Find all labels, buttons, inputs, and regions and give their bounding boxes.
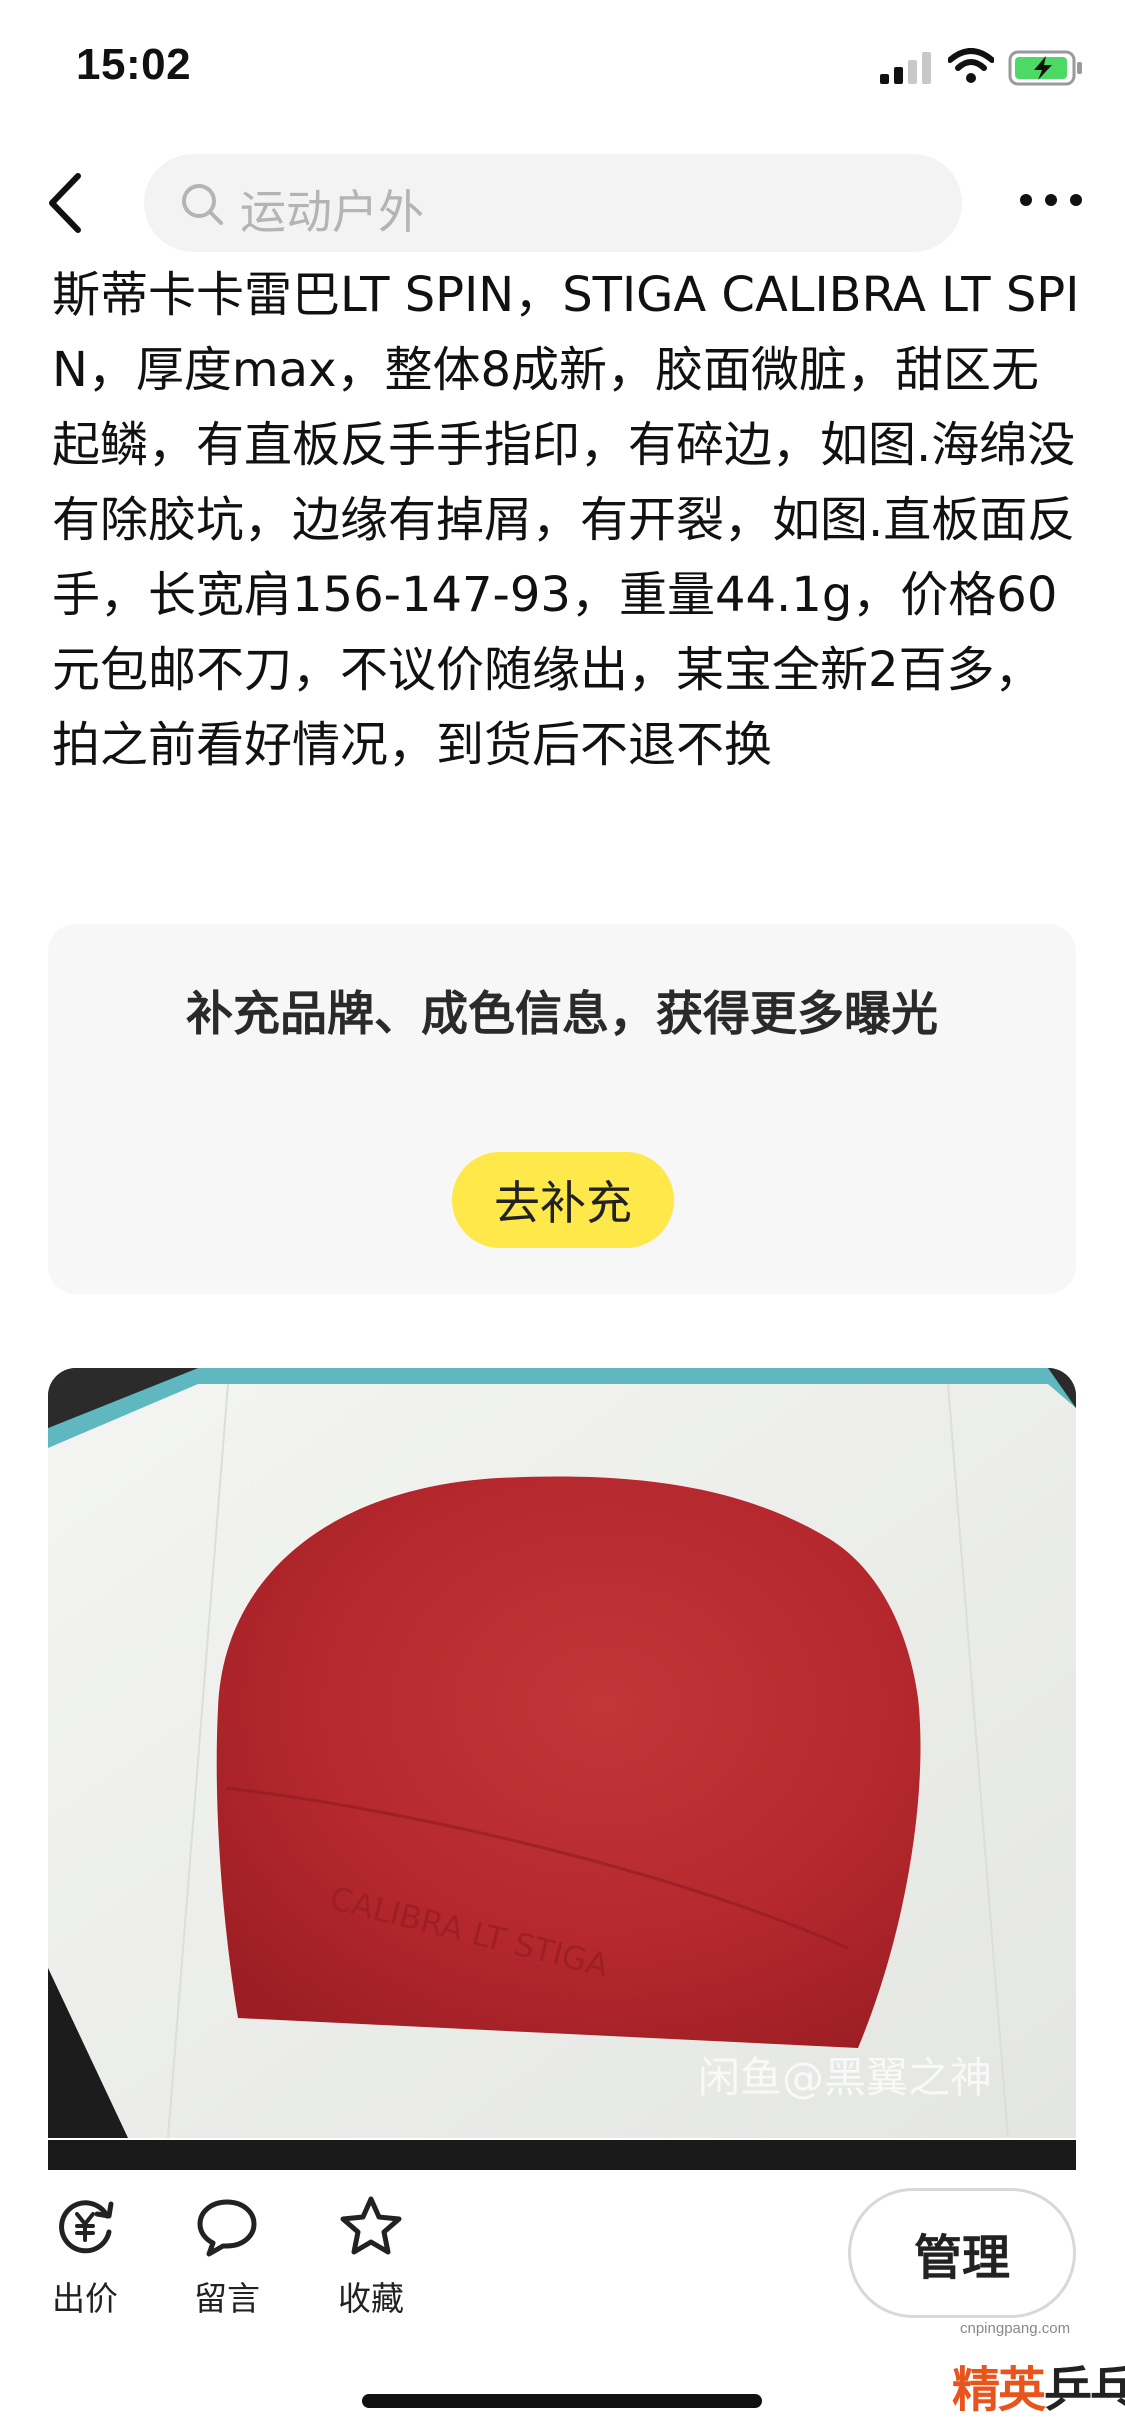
speech-bubble-icon (197, 2199, 257, 2257)
comment-button[interactable]: 留言 (172, 2194, 282, 2334)
make-offer-button[interactable]: 出价 (30, 2194, 140, 2334)
manage-button[interactable]: 管理 (848, 2188, 1076, 2318)
site-logo-text: 精英乒乓网 (952, 2362, 1125, 2418)
listing-detail-page: 15:02 运动户外 斯蒂卡卡雷巴LT SPIN，STIGA CALIBRA L… (0, 0, 1125, 2436)
more-options-icon[interactable] (1018, 188, 1084, 212)
supplement-info-card: 补充品牌、成色信息，获得更多曝光 去补充 (48, 924, 1076, 1294)
supplement-message: 补充品牌、成色信息，获得更多曝光 (186, 987, 938, 1042)
star-icon (340, 2196, 402, 2255)
search-input[interactable]: 运动户外 (144, 154, 962, 252)
listing-photo[interactable]: CALIBRA LT STIGA 闲鱼@黑翼之神 (48, 1368, 1076, 2138)
back-arrow-icon[interactable] (40, 170, 96, 236)
photo-watermark: 闲鱼@黑翼之神 (698, 2053, 993, 2102)
status-bar: 15:02 (0, 0, 1125, 138)
search-placeholder: 运动户外 (240, 185, 424, 239)
favorite-button[interactable]: 收藏 (316, 2194, 426, 2334)
site-logo: cnpingpang.com 精英乒乓网 (946, 2320, 1125, 2432)
search-icon (182, 184, 223, 225)
next-photo-preview (48, 2140, 1076, 2170)
comment-label: 留言 (194, 2279, 260, 2318)
site-logo-url: cnpingpang.com (960, 2320, 1071, 2337)
home-indicator[interactable] (362, 2394, 762, 2408)
status-time: 15:02 (76, 40, 192, 89)
wifi-icon (948, 48, 994, 83)
make-offer-label: 出价 (52, 2279, 118, 2318)
rubber-photo-image: CALIBRA LT STIGA (48, 1368, 1076, 2138)
favorite-label: 收藏 (338, 2279, 404, 2318)
cellular-signal-icon (880, 52, 931, 84)
nav-bar: 运动户外 (0, 148, 1125, 258)
supplement-button[interactable]: 去补充 (452, 1152, 674, 1248)
yuan-refresh-icon (59, 2200, 114, 2254)
battery-charging-icon (1008, 50, 1082, 86)
listing-description: 斯蒂卡卡雷巴LT SPIN，STIGA CALIBRA LT SPIN，厚度ma… (52, 267, 1080, 773)
